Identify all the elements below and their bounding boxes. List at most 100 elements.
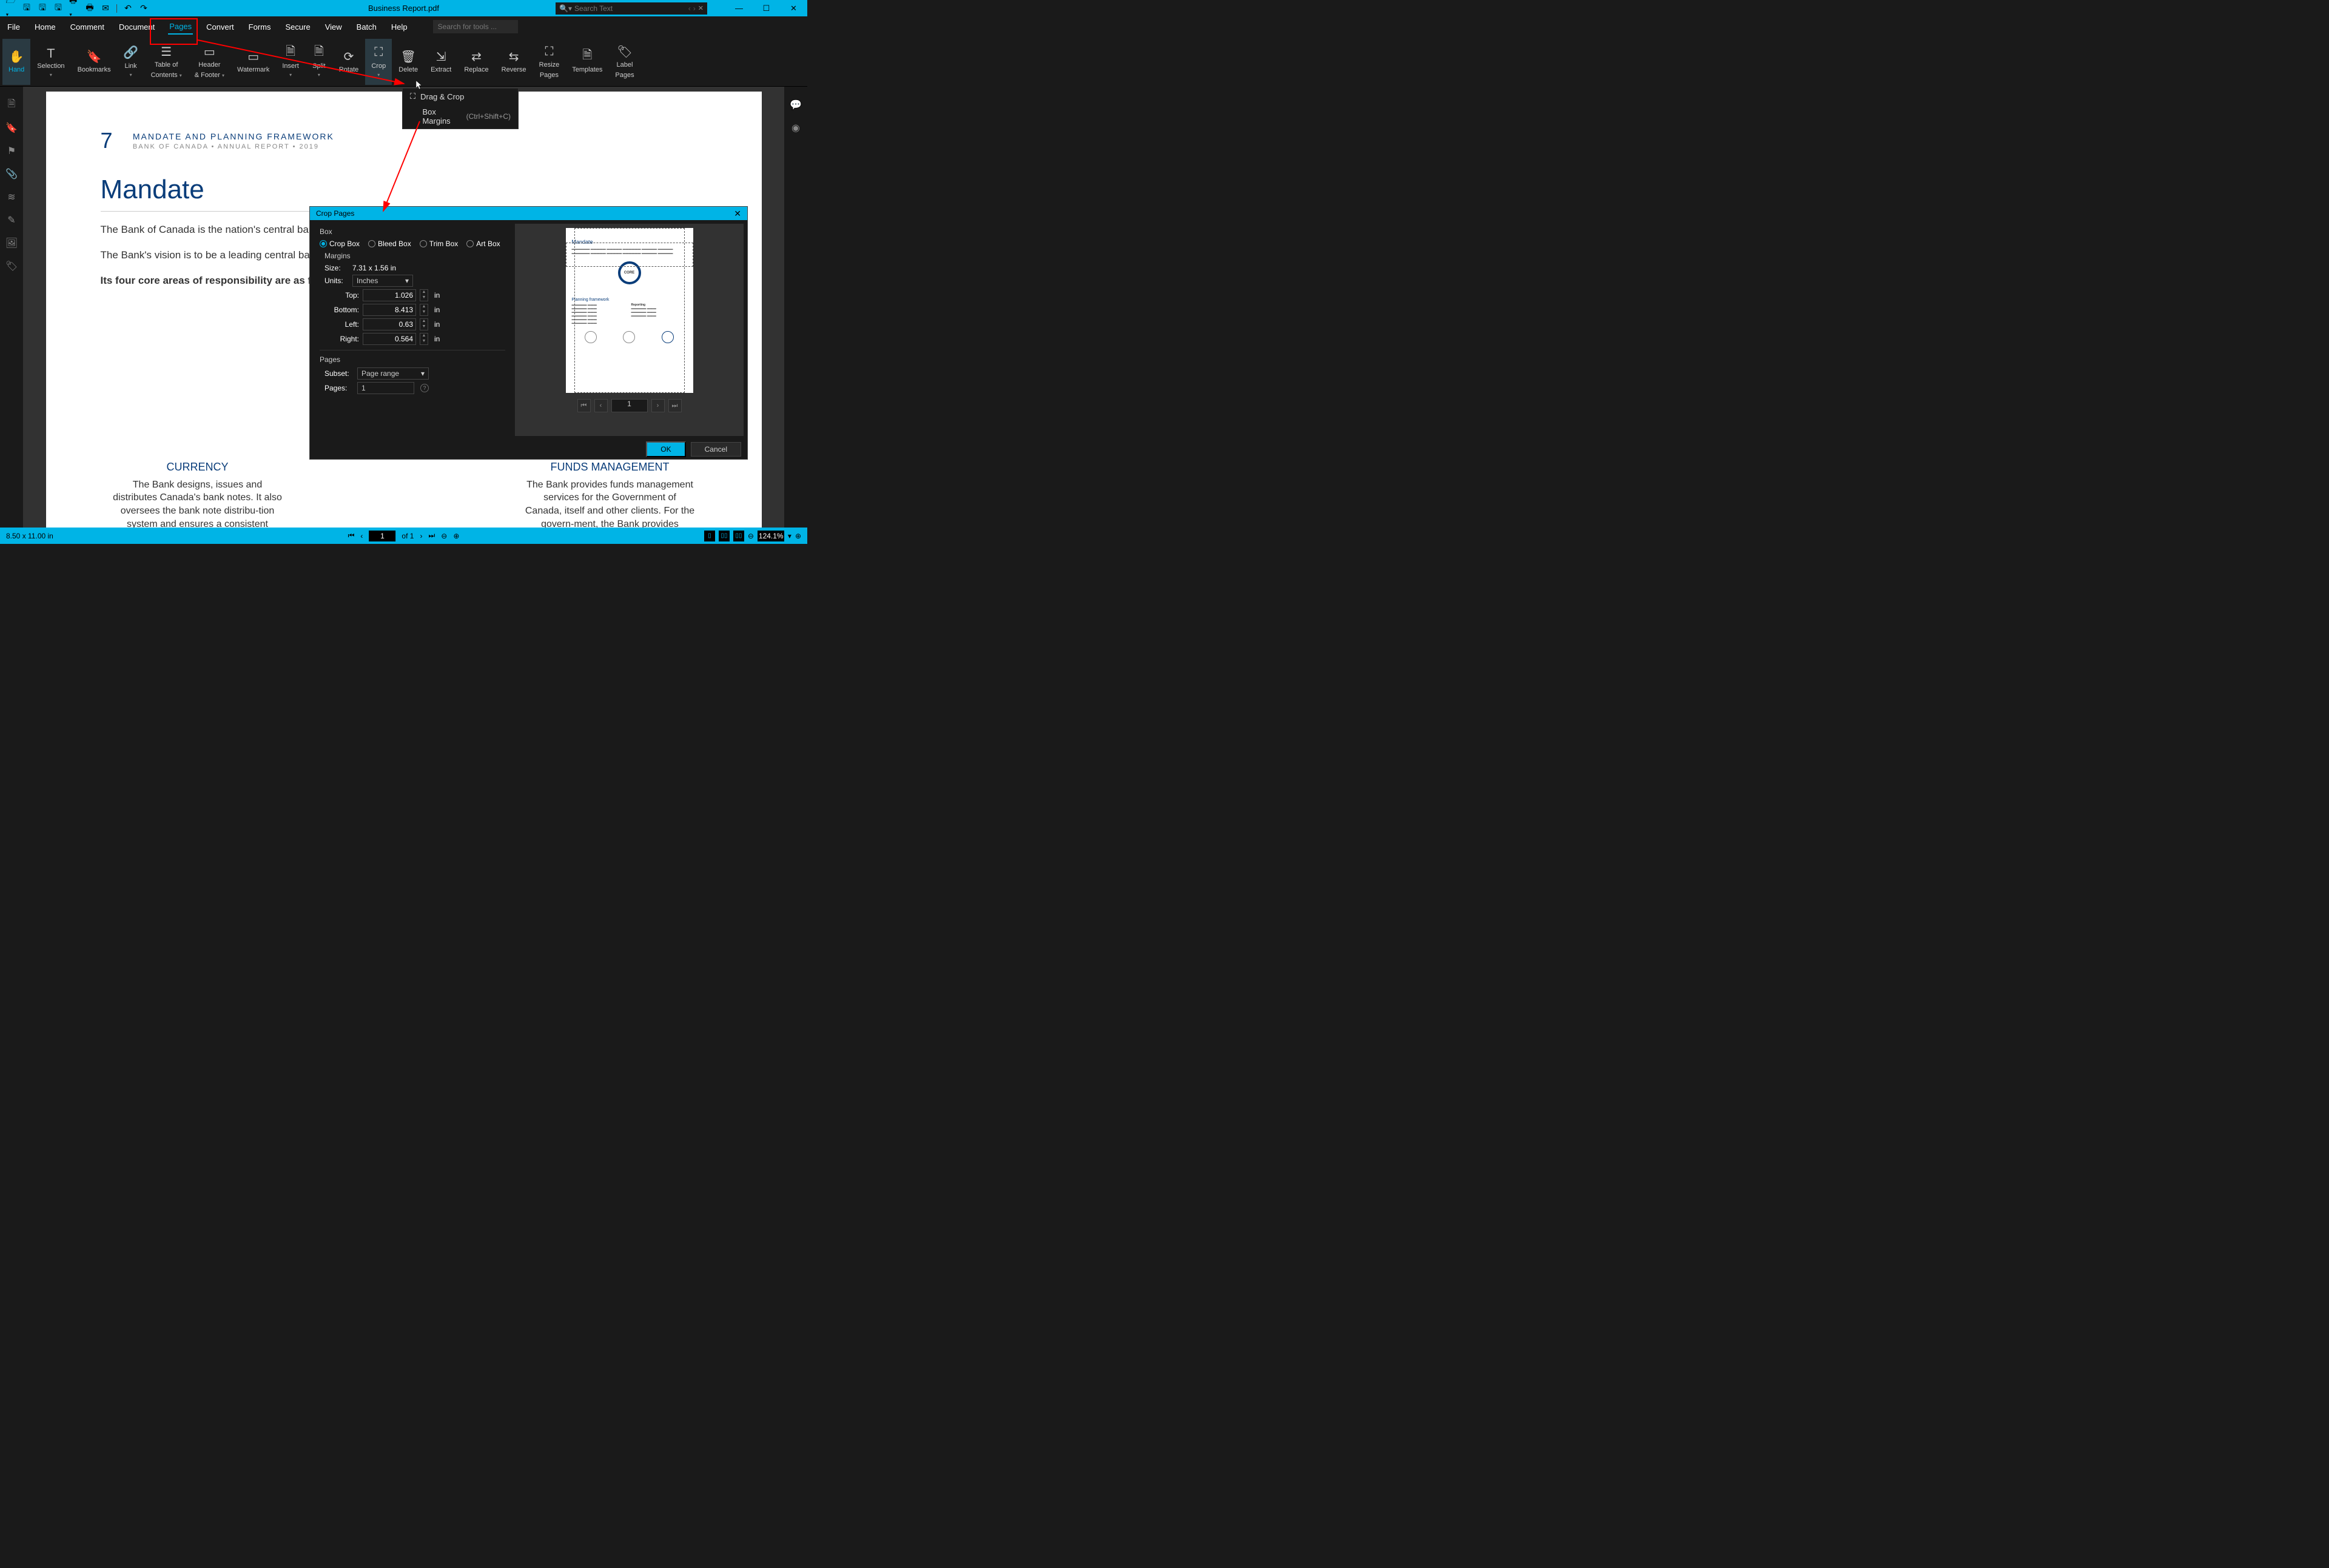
preview-page-input[interactable]: 1 [611,399,648,412]
preview-next-button[interactable]: › [651,399,665,412]
quick-print-icon[interactable]: 🖶 [85,4,95,13]
cancel-button[interactable]: Cancel [691,442,741,457]
bottom-spinner[interactable]: ▲▼ [420,304,428,316]
tool-reverse[interactable]: ⇆ Reverse [496,39,533,85]
tool-templates[interactable]: 🗎 Templates [566,39,608,85]
menu-view[interactable]: View [324,20,343,34]
dialog-close-icon[interactable]: ✕ [734,209,741,219]
tool-extract[interactable]: ⇲ Extract [425,39,457,85]
right-label: Right: [320,335,359,343]
tool-split[interactable]: 🗎 Split ▾ [306,39,332,85]
search-next-icon[interactable]: › [693,4,696,13]
menu-forms[interactable]: Forms [247,20,272,34]
zoom-in-icon[interactable]: ⊕ [453,532,459,540]
view-mode-facing-icon[interactable]: ▯▯ [733,531,744,541]
layers-icon[interactable]: ≋ [5,191,18,203]
ok-button[interactable]: OK [646,441,685,457]
menu-secure[interactable]: Secure [284,20,312,34]
view-mode-continuous-icon[interactable]: ▯▯ [719,531,730,541]
preview-prev-button[interactable]: ‹ [594,399,608,412]
save-icon[interactable]: 🖫 [22,4,32,13]
pages-input[interactable]: 1 [357,382,414,394]
tool-hand[interactable]: ✋ Hand [2,39,30,85]
tool-crop[interactable]: ⛶ Crop ▾ [365,39,392,85]
search-prev-icon[interactable]: ‹ [688,4,691,13]
tool-link[interactable]: 🔗 Link ▾ [118,39,144,85]
image-panel-icon[interactable]: 🖼 [5,237,18,249]
help-icon[interactable]: ? [420,384,429,392]
preview-last-button[interactable]: ⏭ [668,399,682,412]
right-spinner[interactable]: ▲▼ [420,333,428,345]
nav-last-icon[interactable]: ⏭ [428,531,435,540]
menu-convert[interactable]: Convert [205,20,235,34]
menu-batch[interactable]: Batch [355,20,378,34]
tool-resize[interactable]: ⛶ Resize Pages [533,39,566,85]
attachment-icon[interactable]: 📎 [5,168,18,180]
minimize-button[interactable]: — [725,0,753,16]
maximize-button[interactable]: ☐ [753,0,780,16]
preview-first-button[interactable]: ⏮ [577,399,591,412]
menu-help[interactable]: Help [390,20,409,34]
mail-icon[interactable]: ✉ [101,4,110,13]
tool-toc[interactable]: ☰ Table of Contents ▾ [145,39,188,85]
search-input[interactable] [574,4,686,13]
zoom-value[interactable]: 124.1% [758,531,784,541]
bottom-value[interactable]: 8.413 [363,304,416,316]
radio-bleed-box[interactable]: Bleed Box [368,240,411,248]
dialog-titlebar[interactable]: Crop Pages ✕ [310,207,747,220]
menu-file[interactable]: File [6,20,21,34]
menu-drag-and-crop[interactable]: ⛶ Drag & Crop [403,89,518,104]
undo-icon[interactable]: ↶ [123,4,133,13]
menu-document[interactable]: Document [118,20,156,34]
nav-next-icon[interactable]: › [420,532,422,540]
zoom-in-status-icon[interactable]: ⊕ [795,532,801,540]
comment-panel-icon[interactable]: 💬 [790,99,802,111]
subset-select[interactable]: Page range▾ [357,367,429,380]
tool-rotate[interactable]: ⟳ Rotate [333,39,365,85]
left-value[interactable]: 0.63 [363,318,416,330]
save-copy-icon[interactable]: 🖫 [38,4,47,13]
radio-trim-box[interactable]: Trim Box [420,240,459,248]
radio-art-box[interactable]: Art Box [466,240,500,248]
nav-first-icon[interactable]: ⏮ [348,531,355,540]
top-spinner[interactable]: ▲▼ [420,289,428,301]
tool-insert[interactable]: 🗎 Insert ▾ [276,39,305,85]
search-for-tools[interactable]: Search for tools ... [433,20,518,33]
nav-prev-icon[interactable]: ‹ [360,532,363,540]
redo-icon[interactable]: ↷ [139,4,149,13]
menu-box-margins[interactable]: Box Margins (Ctrl+Shift+C) [403,104,518,129]
tag-panel-icon[interactable]: 🏷 [5,260,18,272]
search-clear-icon[interactable]: ✕ [698,4,704,12]
signature-panel-icon[interactable]: ✎ [5,214,18,226]
tool-replace[interactable]: ⇄ Replace [458,39,494,85]
zoom-dropdown-icon[interactable]: ▾ [788,532,791,540]
tool-header-footer[interactable]: ▭ Header & Footer ▾ [189,39,230,85]
tool-watermark[interactable]: ▭ Watermark [231,39,275,85]
flag-icon[interactable]: ⚑ [5,145,18,157]
zoom-out-icon[interactable]: ⊖ [441,532,447,540]
menu-comment[interactable]: Comment [69,20,106,34]
tool-selection[interactable]: Ｔ Selection ▾ [31,39,70,85]
tool-delete[interactable]: 🗑 Delete [392,39,424,85]
search-text-box[interactable]: 🔍▾ ‹ › ✕ [556,2,707,15]
page-thumb-icon[interactable]: 🗎 [5,99,18,111]
tool-bookmarks[interactable]: 🔖 Bookmarks [72,39,117,85]
zoom-out-status-icon[interactable]: ⊖ [748,532,754,540]
menu-home[interactable]: Home [33,20,57,34]
right-value[interactable]: 0.564 [363,333,416,345]
stamp-panel-icon[interactable]: ◉ [790,122,802,134]
save-all-icon[interactable]: 🖫 [53,4,63,13]
doc-header-subtitle: BANK OF CANADA • ANNUAL REPORT • 2019 [133,143,334,150]
radio-crop-box[interactable]: Crop Box [320,240,360,248]
bookmark-panel-icon[interactable]: 🔖 [5,122,18,134]
tool-label-pages[interactable]: 🏷 Label Pages [609,39,640,85]
page-number-input[interactable] [369,531,395,541]
left-spinner[interactable]: ▲▼ [420,318,428,330]
close-button[interactable]: ✕ [780,0,807,16]
open-icon[interactable]: 🗁▾ [6,4,16,13]
view-mode-single-icon[interactable]: ▯ [704,531,715,541]
top-value[interactable]: 1.026 [363,289,416,301]
units-select[interactable]: Inches▾ [352,275,413,287]
menu-pages[interactable]: Pages [168,19,193,35]
print-icon[interactable]: 🖶▾ [69,4,79,13]
